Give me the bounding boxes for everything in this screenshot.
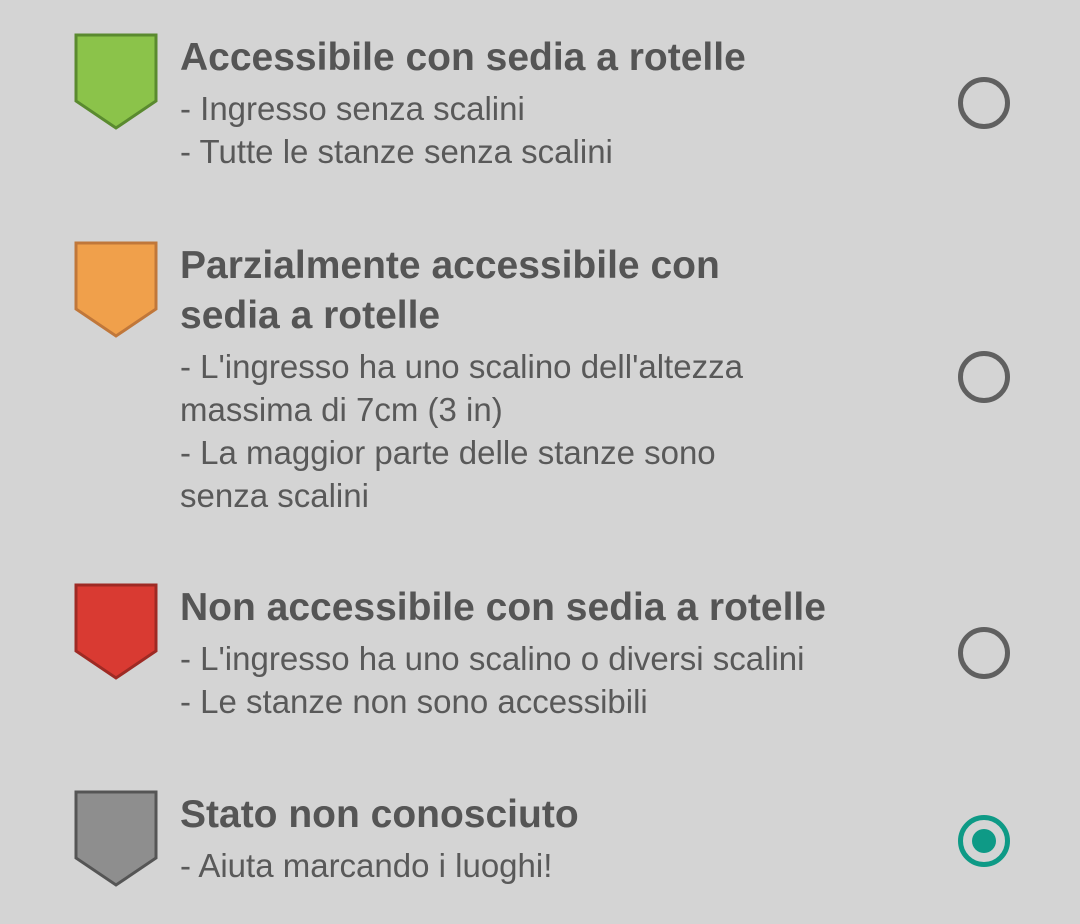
option-title: Parzialmente accessibile con sedia a rot… bbox=[180, 244, 720, 337]
option-description: - L'ingresso ha uno scalino o diversi sc… bbox=[180, 640, 805, 720]
radio-button[interactable] bbox=[958, 351, 1010, 403]
option-title: Non accessibile con sedia a rotelle bbox=[180, 586, 826, 629]
option-description: - L'ingresso ha uno scalino dell'altezza… bbox=[180, 348, 743, 514]
radio-button[interactable] bbox=[958, 77, 1010, 129]
option-description: - Aiuta marcando i luoghi! bbox=[180, 847, 553, 884]
option-title: Stato non conosciuto bbox=[180, 793, 579, 836]
gray-shield-marker-icon bbox=[74, 790, 158, 888]
radio-button-selected[interactable] bbox=[958, 815, 1010, 867]
orange-shield-marker-icon bbox=[74, 241, 158, 339]
option-not-accessible[interactable]: Non accessibile con sedia a rotelle - L'… bbox=[0, 570, 1080, 770]
green-shield-marker-icon bbox=[74, 33, 158, 131]
radio-selected-dot-icon bbox=[972, 829, 996, 853]
option-unknown-status[interactable]: Stato non conosciuto - Aiuta marcando i … bbox=[0, 770, 1080, 924]
option-accessible[interactable]: Accessibile con sedia a rotelle - Ingres… bbox=[0, 0, 1080, 200]
option-title: Accessibile con sedia a rotelle bbox=[180, 36, 746, 79]
red-shield-marker-icon bbox=[74, 583, 158, 681]
option-partially-accessible[interactable]: Parzialmente accessibile con sedia a rot… bbox=[0, 200, 1080, 570]
radio-button[interactable] bbox=[958, 627, 1010, 679]
option-description: - Ingresso senza scalini - Tutte le stan… bbox=[180, 90, 613, 170]
